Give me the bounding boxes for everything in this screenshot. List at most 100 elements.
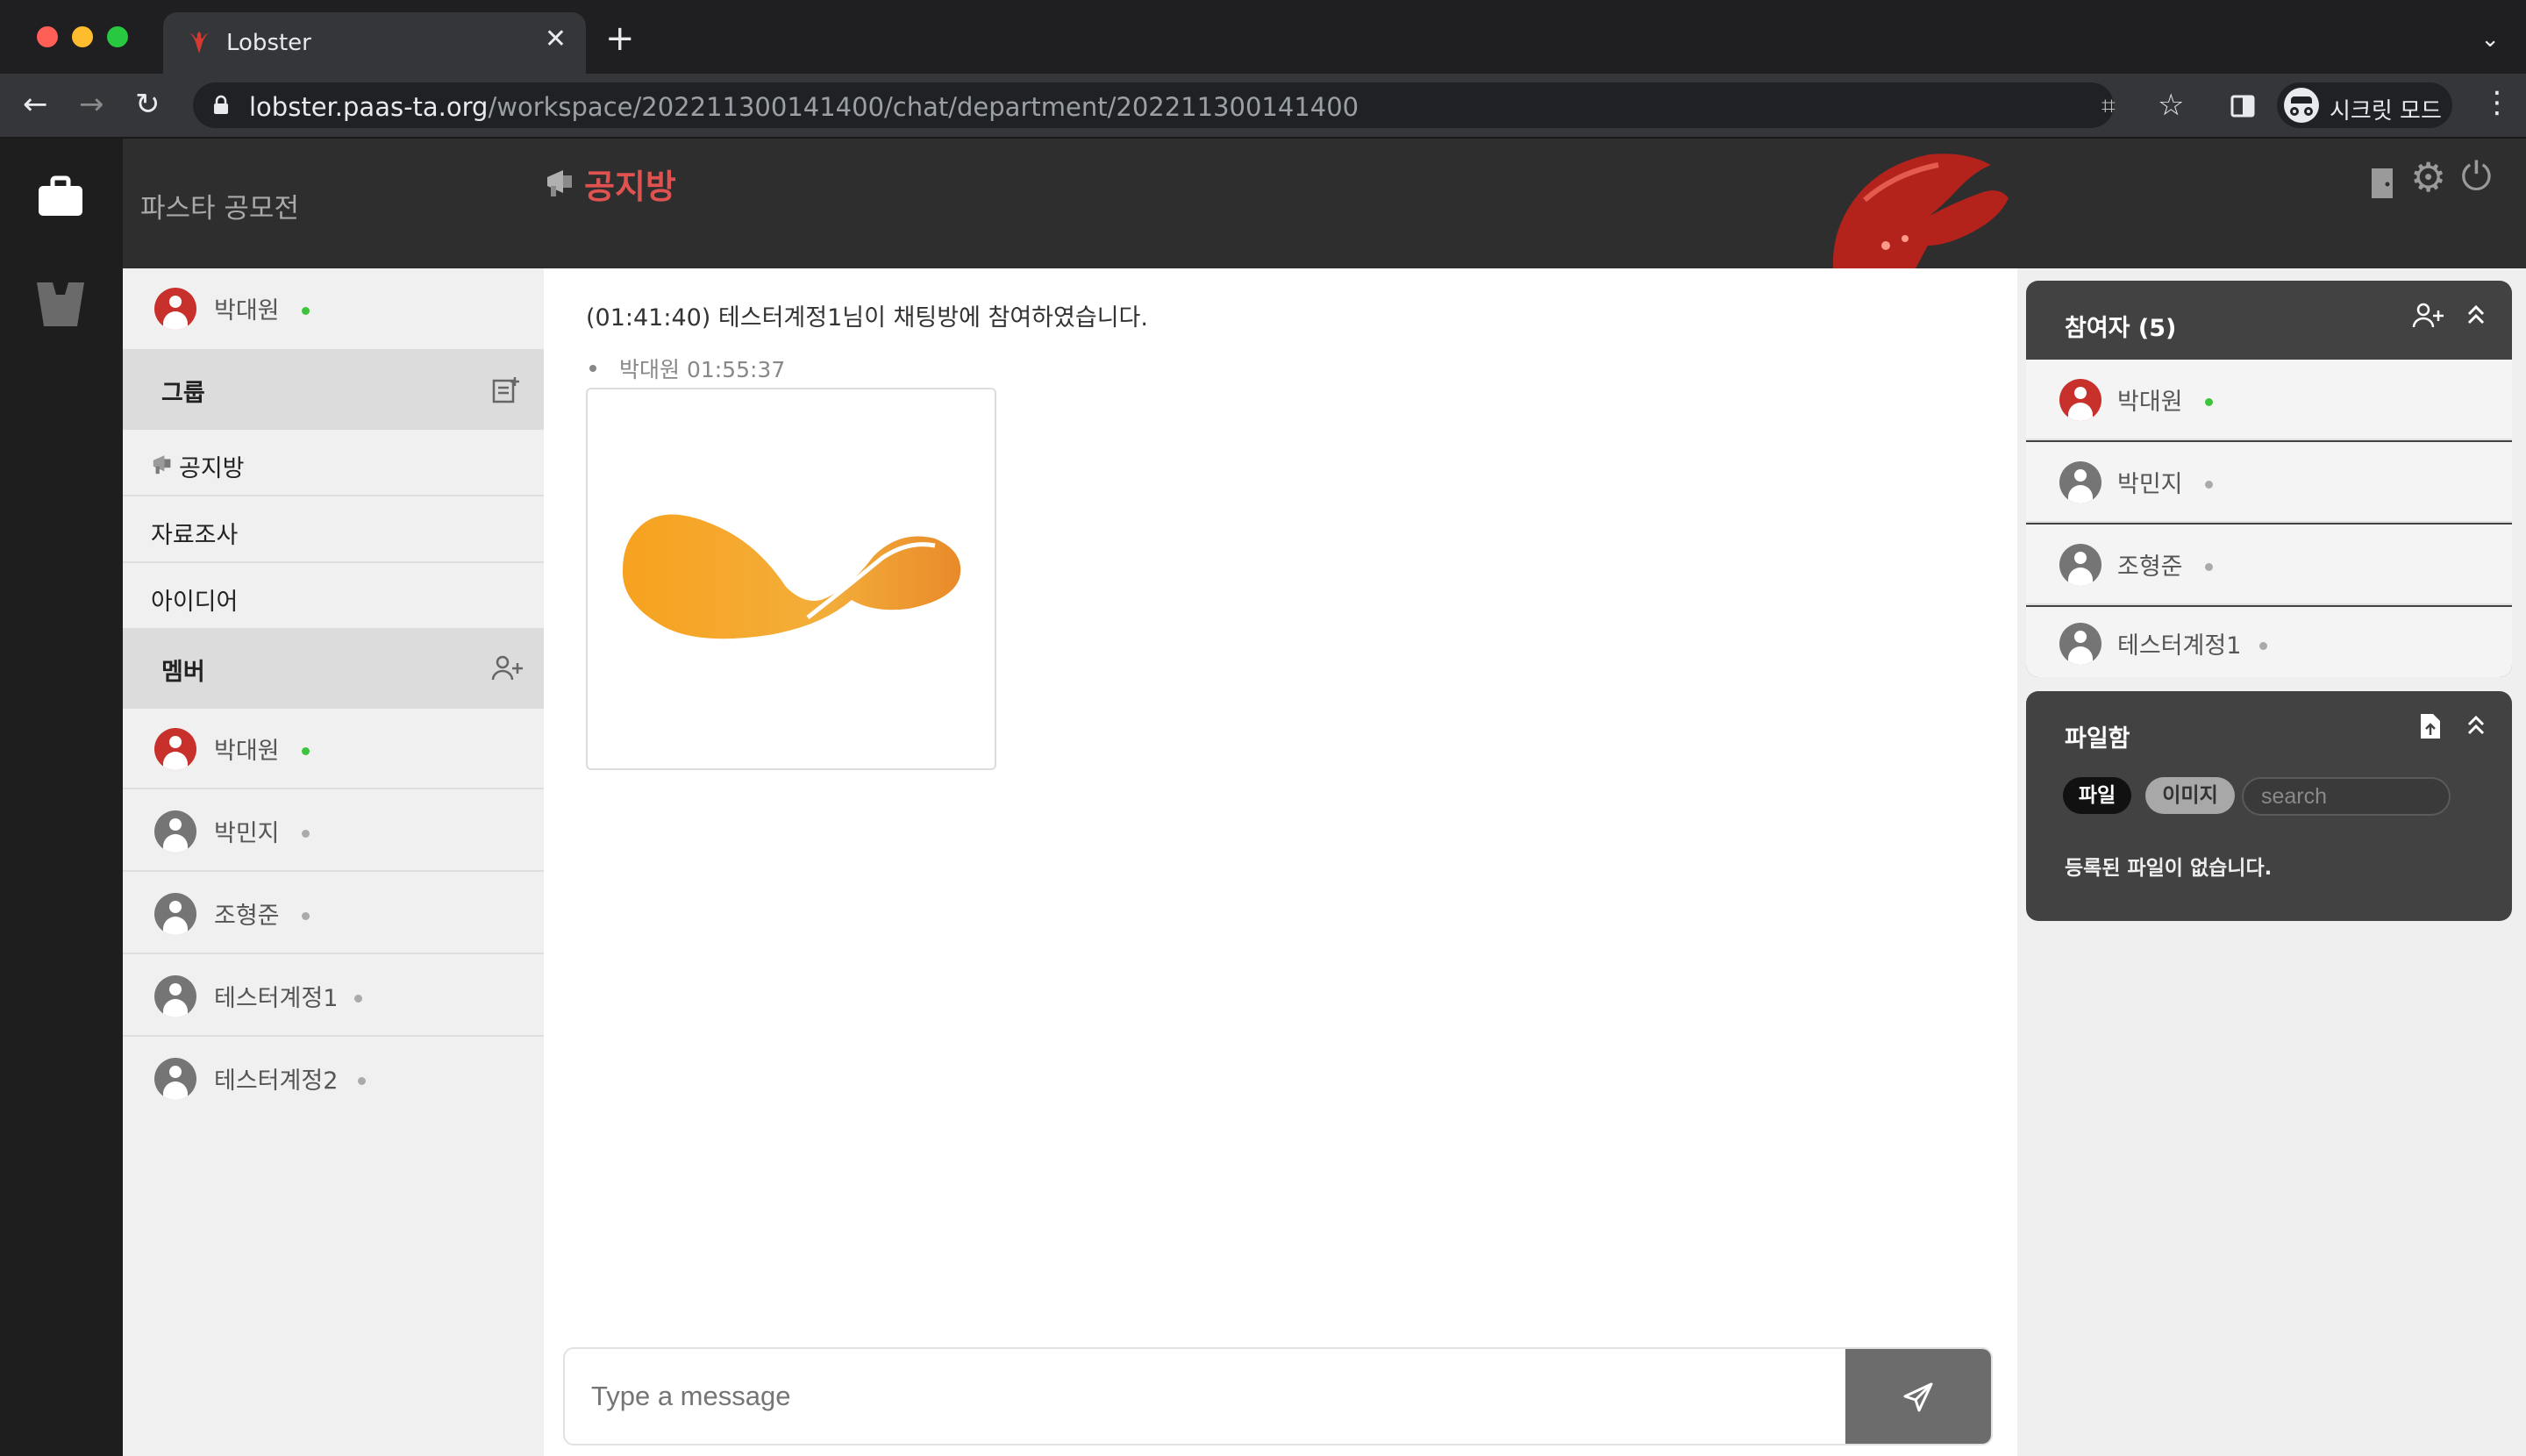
message-input[interactable] — [565, 1349, 1854, 1444]
chat-panel: (01:41:40) 테스터계정1님이 채팅방에 참여하였습니다. 박대원 01… — [544, 268, 2017, 1456]
avatar — [154, 728, 196, 770]
online-status-dot — [302, 747, 310, 755]
incognito-label: 시크릿 모드 — [2330, 98, 2442, 125]
participant-name: 박민지 — [2117, 471, 2183, 498]
avatar — [2059, 379, 2101, 421]
message-composer — [563, 1347, 1993, 1445]
participant-row[interactable]: 조형준 — [2026, 525, 2512, 605]
incognito-icon — [2284, 88, 2319, 123]
avatar — [154, 810, 196, 853]
sidebar-member-row[interactable]: 박대원 — [123, 709, 544, 789]
file-box-title: 파일함 — [2065, 725, 2130, 753]
sidebar-item-label: 자료조사 — [151, 522, 239, 549]
avatar — [2059, 544, 2101, 586]
sidebar-item-group[interactable]: 자료조사 — [123, 496, 544, 563]
settings-gear-icon[interactable]: ⚙ — [2410, 157, 2446, 197]
browser-menu-icon[interactable]: ⋮ — [2482, 88, 2512, 118]
sidebar-item-group[interactable]: 공지방 — [123, 430, 544, 496]
participants-title: 참여자 (5) — [2065, 315, 2177, 342]
offline-status-dot — [302, 830, 310, 838]
sidebar-member-row[interactable]: 테스터계정2 — [123, 1038, 544, 1119]
system-message: (01:41:40) 테스터계정1님이 채팅방에 참여하였습니다. — [586, 304, 1148, 332]
back-icon[interactable]: ← — [23, 89, 48, 119]
participant-name: 박대원 — [2117, 389, 2183, 416]
lock-icon — [214, 95, 228, 114]
participant-name: 테스터계정1 — [2117, 632, 2242, 660]
reload-icon[interactable]: ↻ — [135, 89, 161, 119]
online-status-dot — [2205, 398, 2213, 406]
side-panel-icon[interactable] — [2230, 93, 2256, 119]
minimize-window-button[interactable] — [72, 26, 93, 47]
offline-status-dot — [2205, 481, 2213, 489]
file-search-input[interactable] — [2242, 777, 2451, 816]
paas-ta-logo-image — [622, 514, 961, 639]
file-filter-bar: 파일 이미지 — [2063, 777, 2501, 817]
upload-file-icon[interactable] — [2419, 712, 2442, 740]
tab-files[interactable]: 파일 — [2063, 777, 2131, 814]
send-button[interactable] — [1845, 1349, 1991, 1444]
avatar — [2059, 461, 2101, 503]
translate-icon[interactable]: ⌗ — [2101, 91, 2116, 121]
participant-row[interactable]: 박대원 — [2026, 360, 2512, 440]
tab-close-icon[interactable]: ✕ — [545, 26, 567, 53]
add-group-icon[interactable] — [491, 375, 521, 405]
incognito-badge[interactable]: 시크릿 모드 — [2277, 82, 2452, 128]
file-box-card: 파일함 파일 이미지 등록된 파일이 없습니다. — [2026, 691, 2512, 921]
avatar — [154, 288, 196, 330]
app-header: 파스타 공모전 공지방 ⚙ ⏻ — [123, 139, 2526, 268]
avatar — [154, 893, 196, 935]
participant-name: 조형준 — [2117, 553, 2183, 581]
browser-tab[interactable]: Lobster ✕ — [163, 12, 586, 74]
collapse-chevron-up-icon[interactable] — [2466, 714, 2486, 737]
tab-search-chevron-icon[interactable]: ⌄ — [2480, 26, 2500, 53]
collapse-chevron-up-icon[interactable] — [2466, 303, 2486, 326]
briefcase-icon[interactable] — [37, 175, 84, 218]
channel-title: 공지방 — [584, 168, 676, 206]
sidebar-member-row[interactable]: 조형준 — [123, 874, 544, 954]
avatar — [154, 1058, 196, 1100]
groups-label: 그룹 — [161, 380, 205, 407]
groups-section-header: 그룹 — [123, 349, 544, 430]
forward-icon[interactable]: → — [79, 89, 104, 119]
address-bar[interactable]: lobster.paas-ta.org/workspace/2022113001… — [193, 82, 2184, 128]
members-section-header: 멤버 — [123, 628, 544, 709]
url-text[interactable]: lobster.paas-ta.org/workspace/2022113001… — [249, 92, 1359, 122]
tab-images[interactable]: 이미지 — [2145, 777, 2235, 814]
lobster-favicon-icon — [189, 32, 209, 54]
empty-files-text: 등록된 파일이 없습니다. — [2065, 857, 2273, 880]
sidebar-member-row[interactable]: 테스터계정1 — [123, 956, 544, 1037]
participant-row[interactable]: 테스터계정1 — [2026, 607, 2512, 677]
add-member-icon[interactable] — [491, 654, 524, 682]
member-name: 박민지 — [214, 820, 280, 847]
close-window-button[interactable] — [37, 26, 58, 47]
workspace-rail — [0, 139, 123, 1456]
offline-status-dot — [2259, 642, 2267, 650]
sidebar-member-row[interactable]: 박민지 — [123, 791, 544, 872]
bookmark-star-icon[interactable]: ☆ — [2158, 88, 2184, 123]
maximize-window-button[interactable] — [107, 26, 128, 47]
sidebar-item-label: 아이디어 — [151, 589, 239, 616]
participants-card: 참여자 (5) 박대원 박민지 조형준 테스터계정1 — [2026, 281, 2512, 677]
offline-status-dot — [302, 912, 310, 920]
power-icon[interactable]: ⏻ — [2461, 158, 2492, 196]
participant-row[interactable]: 박민지 — [2026, 442, 2512, 523]
current-user-row[interactable]: 박대원 — [123, 268, 544, 349]
message-bullet — [589, 365, 596, 372]
sidebar-item-group[interactable]: 아이디어 — [123, 563, 544, 632]
sidebar-item-label: 공지방 — [179, 455, 245, 482]
members-label: 멤버 — [161, 659, 205, 686]
tab-title: Lobster — [226, 30, 311, 56]
avatar — [2059, 623, 2101, 665]
exit-door-icon[interactable] — [2370, 165, 2394, 200]
offline-status-dot — [358, 1077, 366, 1085]
invite-participant-icon[interactable] — [2412, 302, 2445, 330]
trash-bucket-icon[interactable] — [35, 279, 86, 328]
sidebar: 박대원 그룹 공지방 자료조사 아이디어 멤버 박대원 박민지 조형준 테스터계… — [123, 268, 544, 1456]
member-name: 테스터계정1 — [214, 985, 339, 1012]
online-status-dot — [302, 307, 310, 315]
offline-status-dot — [354, 995, 362, 1003]
message-image[interactable] — [586, 388, 996, 770]
megaphone-icon — [547, 170, 572, 196]
new-tab-button[interactable]: + — [605, 21, 635, 56]
send-icon — [1903, 1382, 1933, 1412]
